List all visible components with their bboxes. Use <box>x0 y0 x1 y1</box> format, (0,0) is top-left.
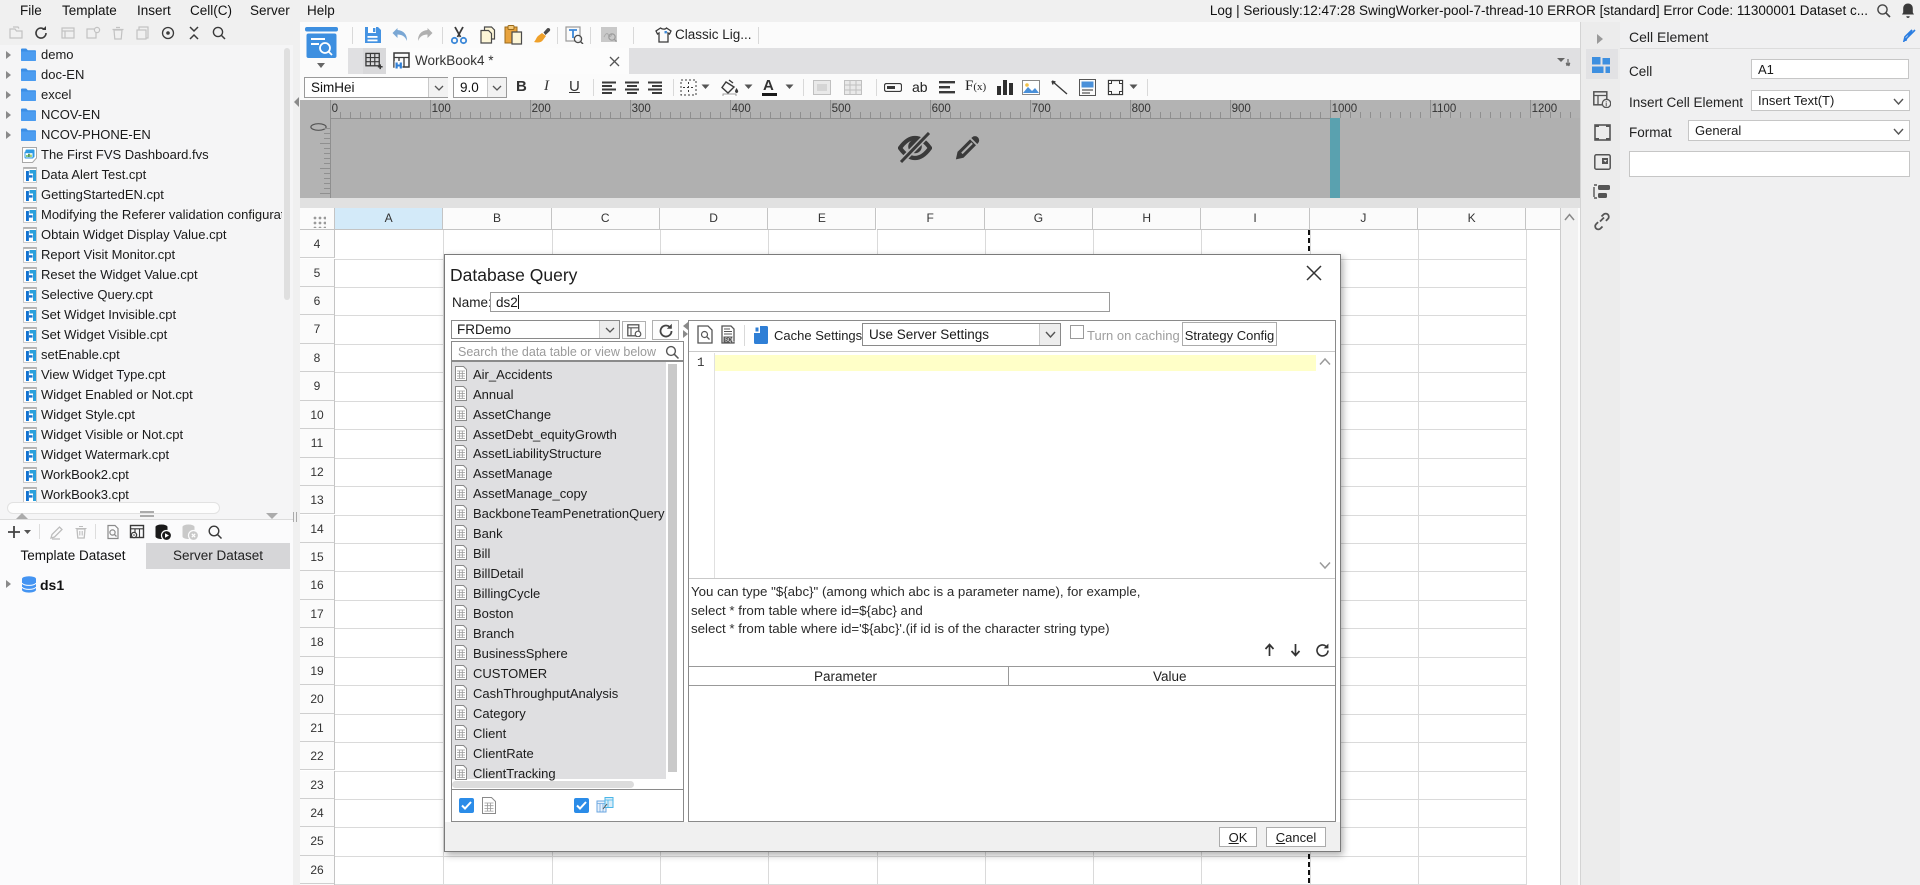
svg-text:SQL: SQL <box>725 338 735 344</box>
svg-text:i: i <box>1605 101 1607 108</box>
